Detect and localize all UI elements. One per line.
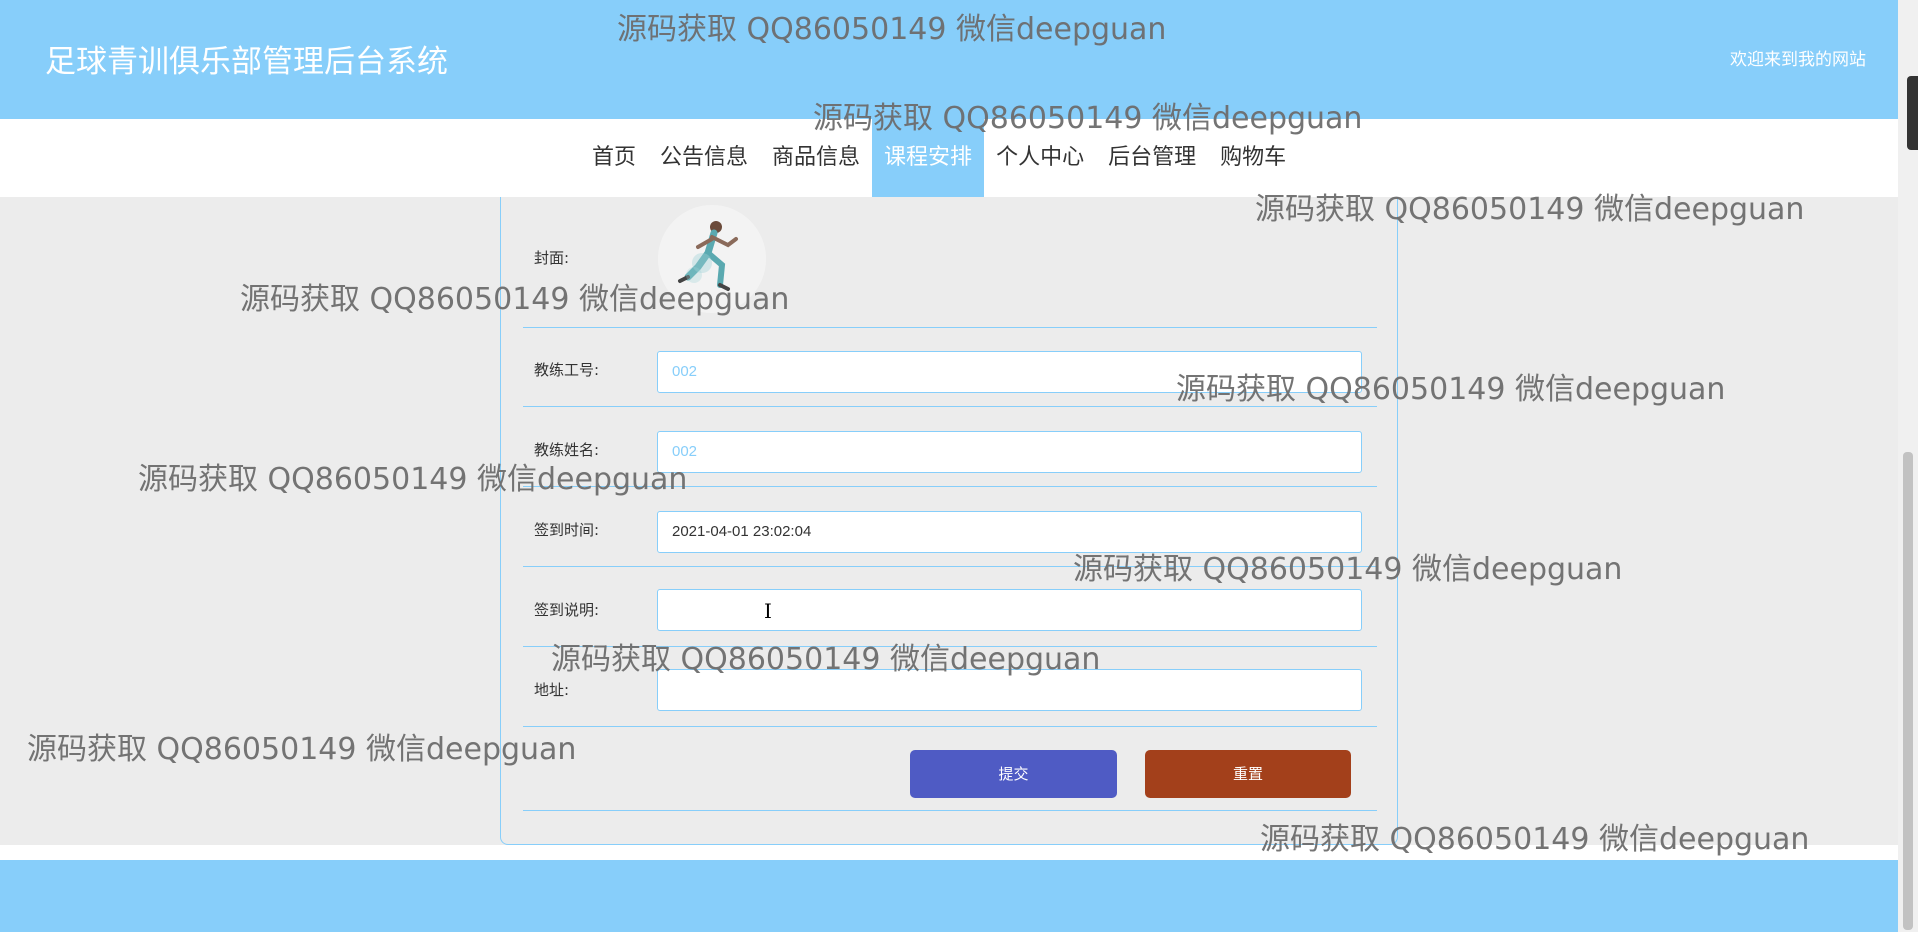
watermark: 源码获取 QQ86050149 微信deepguan <box>1176 372 1726 407</box>
signin-desc-input[interactable] <box>657 589 1362 631</box>
signin-desc-label: 签到说明: <box>534 601 600 619</box>
reset-button[interactable]: 重置 <box>1145 750 1351 798</box>
submit-button[interactable]: 提交 <box>910 750 1117 798</box>
signin-time-label: 签到时间: <box>534 521 600 539</box>
watermark: 源码获取 QQ86050149 微信deepguan <box>27 732 577 767</box>
scrollbar-thumb[interactable] <box>1903 452 1913 930</box>
coach-id-label: 教练工号: <box>534 361 600 379</box>
side-widget-icon[interactable] <box>1907 76 1918 150</box>
page-scrollbar[interactable] <box>1898 0 1918 932</box>
watermark: 源码获取 QQ86050149 微信deepguan <box>813 101 1363 136</box>
watermark: 源码获取 QQ86050149 微信deepguan <box>617 12 1167 47</box>
site-footer <box>0 860 1898 932</box>
welcome-text: 欢迎来到我的网站 <box>1730 50 1866 70</box>
cover-label: 封面: <box>534 249 570 267</box>
watermark: 源码获取 QQ86050149 微信deepguan <box>1255 192 1805 227</box>
text-cursor-icon: I <box>764 599 772 623</box>
nav-item-announcements[interactable]: 公告信息 <box>648 119 760 197</box>
watermark: 源码获取 QQ86050149 微信deepguan <box>1073 552 1623 587</box>
watermark: 源码获取 QQ86050149 微信deepguan <box>551 642 1101 677</box>
nav-item-home[interactable]: 首页 <box>580 119 648 197</box>
address-label: 地址: <box>534 681 570 699</box>
watermark: 源码获取 QQ86050149 微信deepguan <box>240 282 790 317</box>
site-title: 足球青训俱乐部管理后台系统 <box>45 44 448 80</box>
watermark: 源码获取 QQ86050149 微信deepguan <box>138 462 688 497</box>
coach-name-input[interactable]: 002 <box>657 431 1362 473</box>
watermark: 源码获取 QQ86050149 微信deepguan <box>1260 822 1810 857</box>
